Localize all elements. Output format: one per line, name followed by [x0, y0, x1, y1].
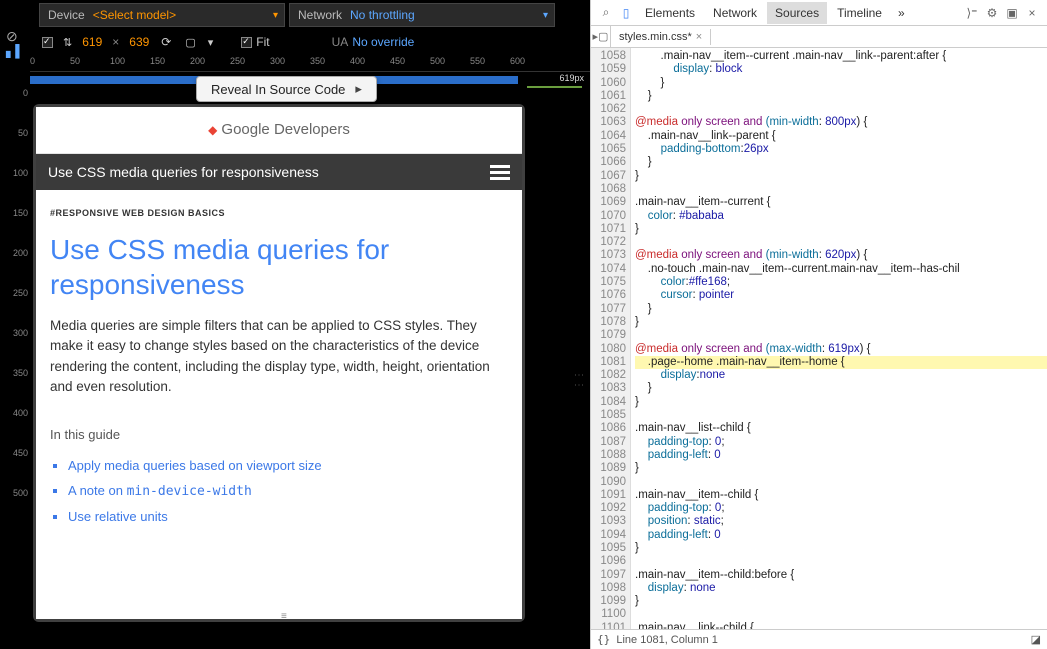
viewport-container: Google Developers Use CSS media queries …: [30, 88, 590, 649]
cursor-position: Line 1081, Column 1: [616, 634, 718, 646]
code-content[interactable]: .main-nav__item--current .main-nav__link…: [631, 48, 1047, 629]
vertical-ruler: 050100150200250300350400450500: [0, 70, 30, 649]
breadcrumb[interactable]: #RESPONSIVE WEB DESIGN BASICS: [50, 208, 508, 218]
height-input[interactable]: 639: [129, 35, 149, 49]
tabs-overflow[interactable]: »: [892, 2, 911, 24]
devtools-panel: ⌕ ▯ Elements Network Sources Timeline » …: [590, 0, 1047, 649]
page-content: #RESPONSIVE WEB DESIGN BASICS Use CSS me…: [36, 190, 522, 552]
devtools-tabbar: ⌕ ▯ Elements Network Sources Timeline » …: [591, 0, 1047, 26]
brand-header: Google Developers: [36, 107, 522, 154]
toc-item[interactable]: Apply media queries based on viewport si…: [68, 458, 508, 473]
fit-label: Fit: [256, 35, 269, 49]
tab-elements[interactable]: Elements: [637, 2, 703, 24]
file-tabstrip: ▸▢ styles.min.css* ×: [591, 26, 1047, 48]
coverage-icon[interactable]: ◪: [1031, 633, 1041, 646]
panel-resize-handle[interactable]: ⋮⋮: [573, 370, 584, 390]
close-tab-icon[interactable]: ×: [696, 31, 702, 43]
page-navbar: Use CSS media queries for responsiveness: [36, 154, 522, 190]
network-throttle-select[interactable]: Network No throttling: [289, 3, 555, 27]
device-mode-icon[interactable]: ▯: [617, 6, 635, 20]
gear-icon[interactable]: ⚙: [983, 6, 1001, 20]
ua-value[interactable]: No override: [352, 35, 414, 49]
resize-handle-icon[interactable]: ≡: [281, 611, 288, 622]
line-gutter: 1058105910601061106210631064106510661067…: [591, 48, 631, 629]
dock-icon[interactable]: ▣: [1003, 6, 1021, 20]
width-input[interactable]: 619: [82, 35, 102, 49]
format-icon[interactable]: {}: [597, 633, 610, 646]
dimensions-checkbox[interactable]: [42, 37, 53, 48]
page-title: Use CSS media queries for responsiveness: [50, 232, 508, 302]
ua-label: UA: [332, 35, 349, 49]
page-preview: Google Developers Use CSS media queries …: [36, 107, 522, 619]
fit-checkbox[interactable]: [241, 37, 252, 48]
stop-icon[interactable]: ⊘: [6, 28, 18, 45]
tab-timeline[interactable]: Timeline: [829, 2, 890, 24]
device-toolbar-row1: Device <Select model> Network No throttl…: [0, 0, 590, 30]
step-icon[interactable]: ▖▌: [6, 44, 24, 58]
guide-label: In this guide: [50, 427, 508, 442]
intro-paragraph: Media queries are simple filters that ca…: [50, 316, 508, 397]
swap-icon[interactable]: ⇅: [63, 36, 72, 49]
google-developers-logo[interactable]: Google Developers: [208, 121, 350, 138]
device-viewport: Google Developers Use CSS media queries …: [33, 104, 525, 622]
table-of-contents: Apply media queries based on viewport si…: [50, 458, 508, 524]
tab-sources[interactable]: Sources: [767, 2, 827, 24]
navigator-toggle-icon[interactable]: ▸▢: [591, 26, 611, 47]
toc-item[interactable]: Use relative units: [68, 509, 508, 524]
screenshot-icon[interactable]: ▢: [185, 36, 195, 49]
device-toolbar-row2: ⇅ 619 × 639 ⟳ ▢ ▾ Fit UA No override: [0, 30, 590, 54]
search-icon[interactable]: ⌕: [597, 5, 615, 20]
hamburger-icon[interactable]: [490, 165, 510, 180]
reload-icon[interactable]: ⟳: [161, 35, 171, 49]
editor-statusbar: {} Line 1081, Column 1 ◪: [591, 629, 1047, 649]
close-icon[interactable]: ×: [1023, 6, 1041, 20]
toc-item[interactable]: A note on min-device-width: [68, 483, 508, 499]
device-select[interactable]: Device <Select model>: [39, 3, 285, 27]
console-icon[interactable]: ⟩⁼: [963, 6, 981, 20]
device-mode-panel: ⊘ ▖▌ Device <Select model> Network No th…: [0, 0, 590, 649]
file-tab[interactable]: styles.min.css* ×: [611, 29, 711, 45]
nav-title: Use CSS media queries for responsiveness: [48, 164, 319, 180]
tab-network[interactable]: Network: [705, 2, 765, 24]
horizontal-ruler: 050100150200250300350400450500550600: [30, 54, 590, 72]
code-editor[interactable]: 1058105910601061106210631064106510661067…: [591, 48, 1047, 629]
reveal-source-popup[interactable]: Reveal In Source Code: [196, 76, 377, 102]
